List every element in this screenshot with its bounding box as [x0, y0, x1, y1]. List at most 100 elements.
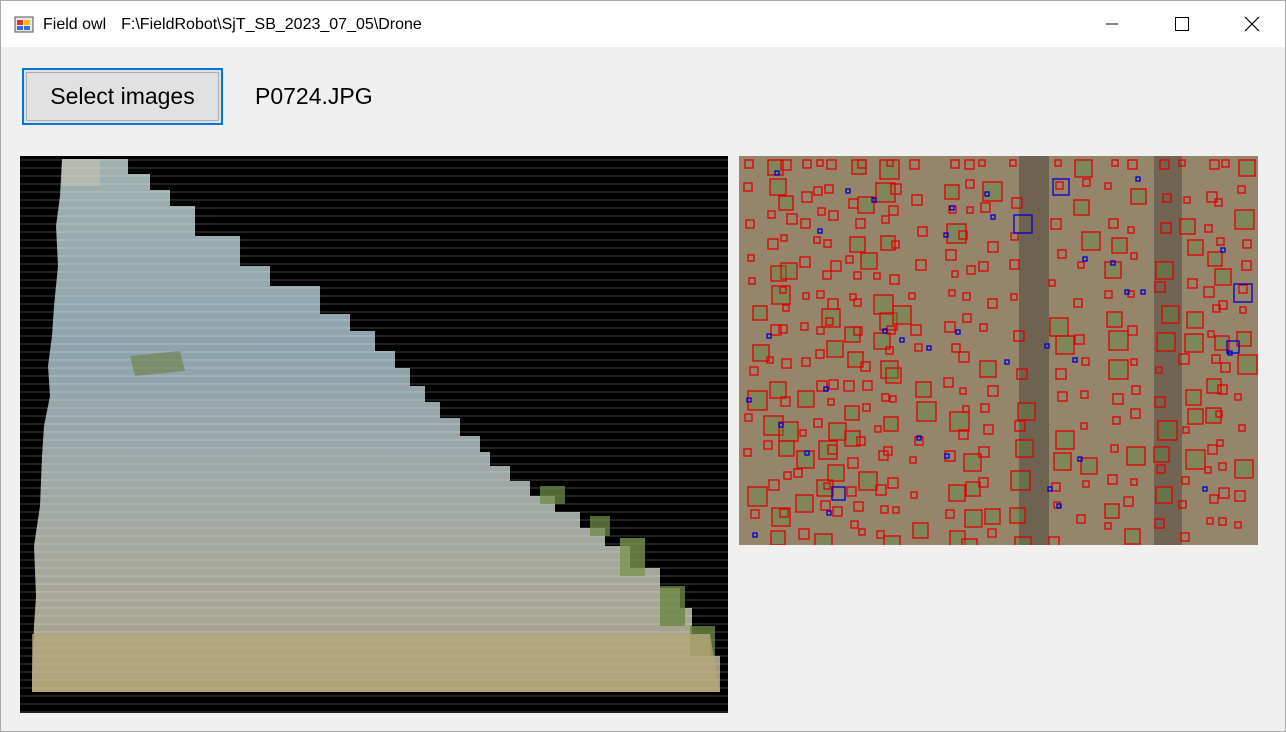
detection-box-red [1206, 378, 1222, 394]
detection-box-red [860, 252, 878, 270]
detection-box-red [885, 367, 902, 384]
app-name: Field owl [43, 16, 107, 33]
detection-box-red [1161, 305, 1180, 324]
detection-box-red [1053, 452, 1072, 471]
button-focus-border [26, 72, 219, 121]
detection-box-red [1106, 311, 1123, 328]
detection-box-red [747, 486, 768, 507]
minimize-icon [1106, 23, 1118, 25]
detection-box-red [915, 381, 932, 398]
detection-box-red [1111, 237, 1128, 254]
detection-box-red [1073, 199, 1090, 216]
detection-box-red [1130, 188, 1147, 205]
minimize-button[interactable] [1077, 1, 1147, 47]
detection-box-red [1214, 268, 1232, 286]
detection-box-red [912, 522, 929, 539]
detection-box-red [879, 159, 900, 180]
detection-box-red [1124, 528, 1141, 545]
detection-box-red [1081, 231, 1101, 251]
detection-box-red [826, 340, 844, 358]
detection-box-red [778, 195, 794, 211]
detection-box-red [844, 430, 861, 447]
detection-box-red [984, 508, 1001, 525]
detection-box-red [1155, 486, 1173, 504]
detection-box-red [1010, 470, 1031, 491]
detection-view[interactable] [739, 156, 1258, 555]
detection-box-red [916, 401, 937, 422]
detection-box-red [883, 416, 899, 432]
detection-box-red [979, 360, 997, 378]
mosaic-view[interactable] [20, 156, 728, 713]
detection-box-red [946, 223, 967, 244]
detection-box-red [1104, 503, 1120, 519]
detection-box-red [1185, 389, 1202, 406]
close-icon [1244, 16, 1260, 32]
detection-box-red [873, 294, 894, 315]
detection-box-red [1187, 408, 1204, 425]
detection-box-red [944, 184, 960, 200]
detection-box-red [1185, 449, 1206, 470]
detection-box-red [780, 262, 798, 280]
detection-box-red [1155, 261, 1174, 280]
detection-box-red [849, 236, 866, 253]
detection-box-red [770, 530, 786, 546]
detection-box-red [1014, 536, 1032, 554]
app-icon [14, 16, 34, 33]
detection-box-red [1074, 159, 1093, 178]
detection-box-red [1157, 420, 1178, 441]
detection-box-red [778, 421, 799, 442]
detection-box-red [1237, 354, 1258, 375]
detection-image [739, 156, 1258, 555]
close-button[interactable] [1217, 1, 1286, 47]
select-images-button[interactable]: Select images [22, 68, 223, 125]
detection-box-red [1055, 335, 1075, 355]
detection-box-red [769, 381, 787, 399]
detection-box-red [1108, 359, 1129, 380]
maximize-button[interactable] [1147, 1, 1217, 47]
detection-box-red [1126, 446, 1146, 466]
current-file-label: P0724.JPG [255, 83, 373, 109]
detection-box-red [844, 405, 860, 421]
detection-box-red [769, 178, 787, 196]
detection-box-red [964, 509, 983, 528]
detection-box-red [1108, 330, 1129, 351]
window-path: F:\FieldRobot\SjT_SB_2023_07_05\Drone [121, 16, 422, 33]
detection-box-red [778, 440, 795, 457]
detection-box-red [1017, 402, 1036, 421]
detection-box-red [1187, 239, 1204, 256]
detection-box-red [961, 538, 978, 555]
detection-box-red [1009, 507, 1026, 524]
detection-box-red [1080, 457, 1098, 475]
mosaic-image [20, 156, 728, 713]
detection-box-red [814, 533, 833, 552]
detection-box-red [1207, 251, 1223, 267]
detection-box-red [858, 471, 878, 491]
detection-box-red [892, 305, 912, 325]
detection-box-red [752, 305, 768, 321]
detection-box-red [771, 285, 791, 305]
detection-box-red [1049, 317, 1069, 337]
detection-box-red [1156, 332, 1176, 352]
detection-box-red [797, 390, 815, 408]
detection-box-red [965, 481, 981, 497]
app-window: Field owl F:\FieldRobot\SjT_SB_2023_07_05… [0, 0, 1286, 732]
maximize-icon [1175, 17, 1189, 31]
detection-box-red [1184, 333, 1204, 353]
detection-box-red [875, 182, 896, 203]
detection-box-red [883, 535, 901, 553]
window-title: Field owl F:\FieldRobot\SjT_SB_2023_07_05… [43, 16, 422, 34]
detection-box-red [949, 411, 970, 432]
detection-box-red [1153, 446, 1170, 463]
detection-box-red [1179, 218, 1196, 235]
detection-box-red [1015, 439, 1034, 458]
detection-box-red [795, 494, 814, 513]
detection-box-red [1205, 407, 1222, 424]
detection-box-red [1186, 311, 1204, 329]
detection-box-red [827, 464, 845, 482]
detection-box-red [828, 422, 847, 441]
detection-box-red [1234, 209, 1255, 230]
title-bar[interactable]: Field owl F:\FieldRobot\SjT_SB_2023_07_05… [1, 1, 1285, 47]
detection-box-red [851, 159, 867, 175]
detection-box-red [1055, 430, 1075, 450]
detection-box-red [1234, 459, 1254, 479]
